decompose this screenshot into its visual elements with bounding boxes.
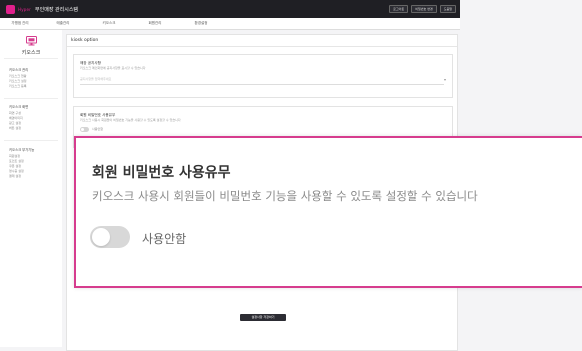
sidebar-group: 키오스크 화면 화면 구성 배경이미지 광고 설정 버튼 설정 [9,104,28,131]
menu-item[interactable]: 환경설정 [178,21,224,26]
panel-title: kiosk option [71,38,99,43]
notice-input[interactable]: 공지사항을 입력해주세요 [80,75,444,85]
divider [67,46,457,47]
divider [4,140,58,141]
top-action-button[interactable]: 로그아웃 [389,5,409,13]
menu-item[interactable]: 회원관리 [132,21,178,26]
sidebar-item[interactable]: 키오스크 등록 [9,84,28,89]
divider [4,98,58,99]
zoom-description: 키오스크 사용시 회원들이 비밀번호 기능을 사용할 수 있도록 설정할 수 있… [92,189,478,203]
zoom-callout: 회원 비밀번호 사용유무 키오스크 사용시 회원들이 비밀번호 기능을 사용할 … [74,136,582,288]
top-action-button[interactable]: 도움말 [439,5,456,13]
save-settings-button[interactable]: 설정사항 저장하기 [240,314,286,321]
sidebar-item[interactable]: 버튼 설정 [9,126,28,131]
notice-description: 키오스크 메인화면에 공지사항을 표시할 수 있습니다 [80,66,146,70]
password-toggle-label: 사용안함 [92,127,104,131]
kiosk-icon [26,36,37,46]
sidebar-item[interactable]: 결제 설정 [9,174,34,179]
zoom-title: 회원 비밀번호 사용유무 [92,165,231,181]
password-toggle[interactable] [80,127,89,132]
sidebar: 키오스크 키오스크 관리 키오스크 현황 키오스크 설정 키오스크 등록 키오스… [0,30,63,347]
password-option-description: 키오스크 사용시 회원들이 비밀번호 기능을 사용할 수 있도록 설정할 수 있… [80,118,181,122]
sidebar-title: 키오스크 [21,50,41,56]
chevron-down-icon[interactable]: ▾ [444,77,446,82]
sidebar-group-head[interactable]: 키오스크 부가기능 [9,147,34,152]
toggle-knob [80,127,84,131]
notice-card: 매장 공지사항 키오스크 메인화면에 공지사항을 표시할 수 있습니다 공지사항… [73,54,453,98]
brand-sub-label: Hyper [18,6,32,12]
sidebar-group: 키오스크 부가기능 회원설정 포인트 설정 쿠폰 설정 영수증 설정 결제 설정 [9,147,34,179]
top-bar: Hyper 무인매장 관리시스템 로그아웃 비밀번호 변경 도움말 [0,0,460,18]
zoom-password-toggle[interactable] [90,226,130,248]
menu-item[interactable]: 가맹점 관리 [0,21,40,26]
divider [4,58,58,59]
app-title: 무인매장 관리시스템 [35,6,79,13]
zoom-toggle-label: 사용안함 [142,232,187,246]
brand-logo-icon [6,4,15,14]
sidebar-group-head[interactable]: 키오스크 화면 [9,104,28,109]
sidebar-group: 키오스크 관리 키오스크 현황 키오스크 설정 키오스크 등록 [9,67,28,89]
main-menu: 가맹점 관리 매출관리 키오스크 회원관리 환경설정 [0,18,460,30]
top-actions: 로그아웃 비밀번호 변경 도움말 [389,5,456,13]
toggle-knob [92,228,110,246]
top-action-button[interactable]: 비밀번호 변경 [411,5,437,13]
menu-item[interactable]: 매출관리 [40,21,86,26]
sidebar-group-head[interactable]: 키오스크 관리 [9,67,28,72]
menu-item[interactable]: 키오스크 [86,21,132,26]
